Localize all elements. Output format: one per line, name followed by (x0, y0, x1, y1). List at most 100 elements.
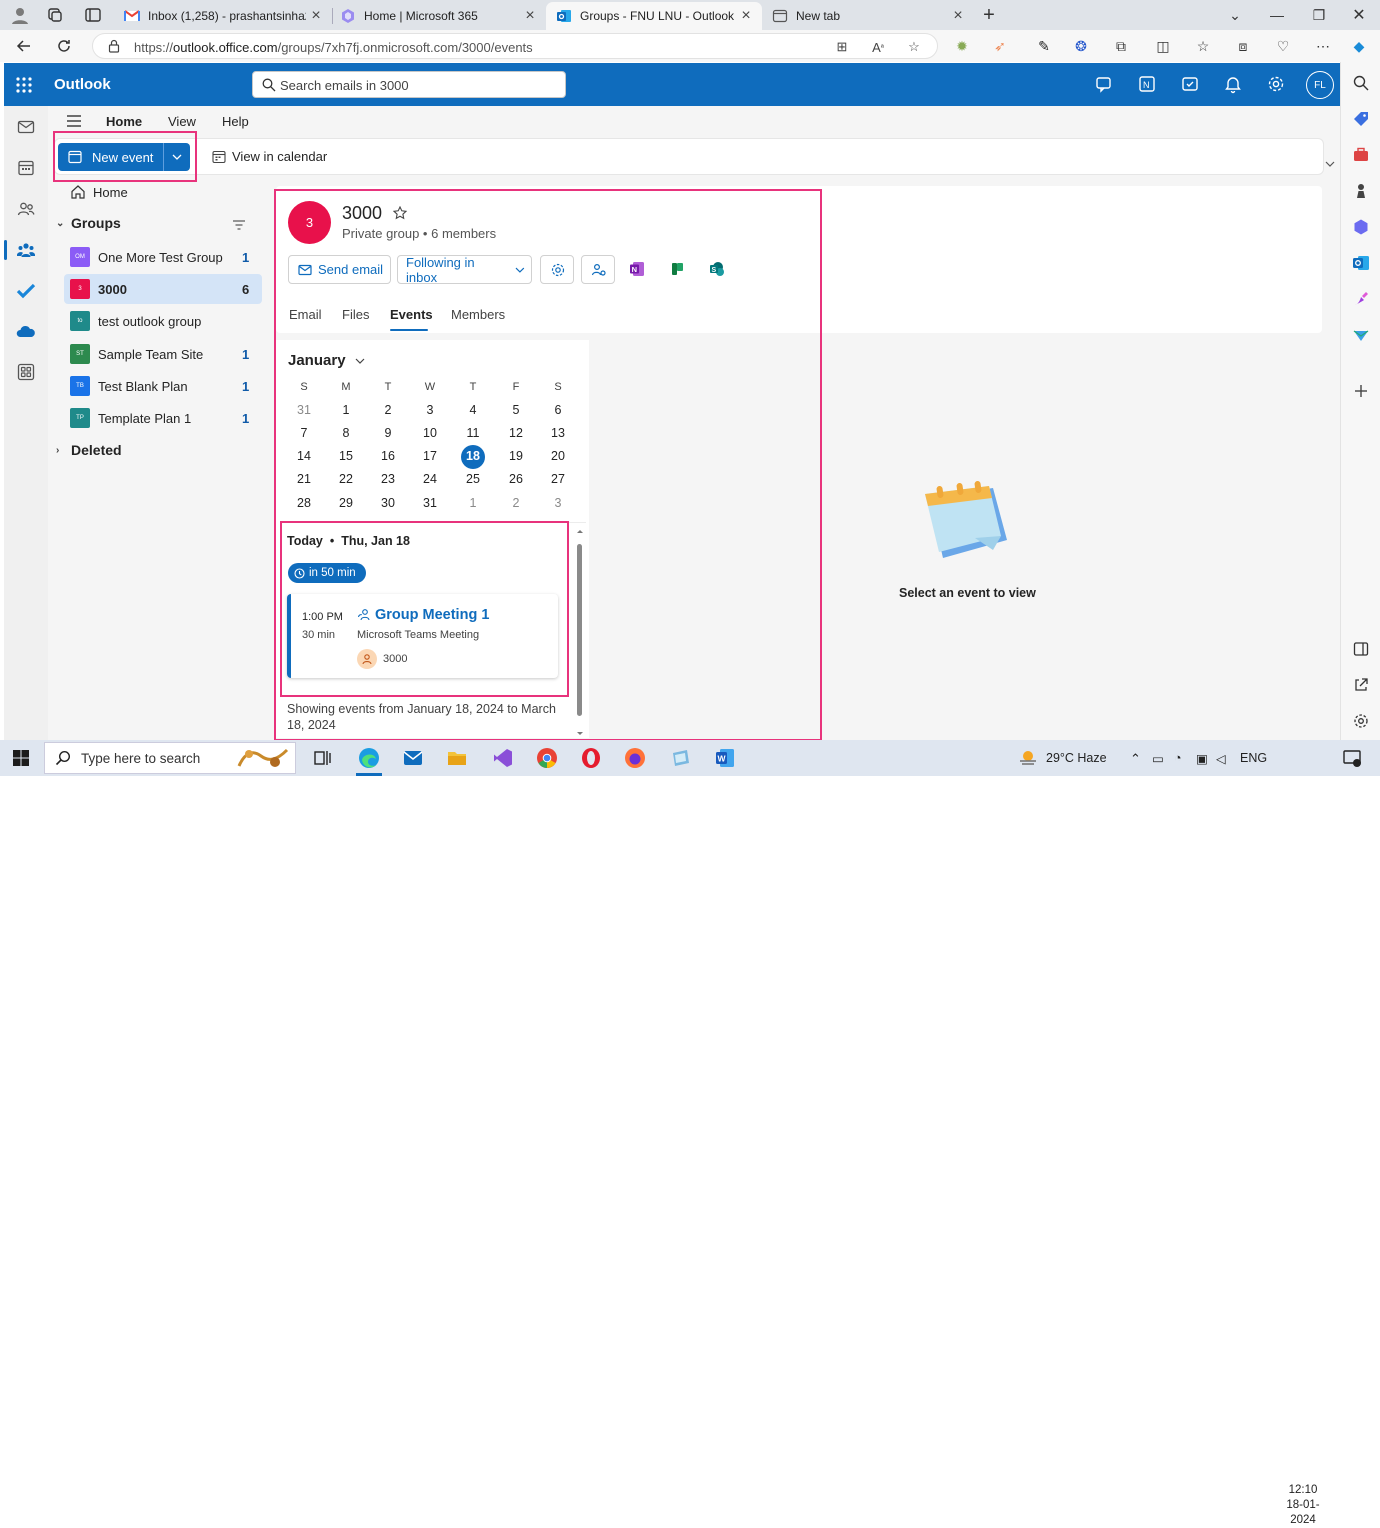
view-in-calendar-button[interactable]: View in calendar (212, 149, 327, 164)
visual-studio-icon[interactable] (492, 747, 514, 769)
new-event-button[interactable]: New event (58, 143, 164, 171)
tray-chevron-up-icon[interactable]: ⌃ (1130, 751, 1141, 767)
calendar-day[interactable]: 23 (375, 469, 401, 489)
search-icon[interactable] (1352, 74, 1370, 92)
battery-icon[interactable]: ▭ (1152, 751, 1164, 766)
extension-bug-icon[interactable]: ✹ (953, 37, 971, 55)
calendar-day[interactable]: 2 (503, 493, 529, 513)
calendar-day[interactable]: 22 (333, 469, 359, 489)
tab-gmail[interactable]: Inbox (1,258) - prashantsinha270 × (114, 2, 332, 30)
close-tab-icon[interactable]: × (306, 6, 326, 26)
calendar-day[interactable]: 29 (333, 493, 359, 513)
chrome-icon[interactable] (536, 747, 558, 769)
favorites-icon[interactable]: ☆ (1194, 37, 1212, 55)
sharepoint-icon[interactable]: S (709, 261, 725, 277)
scroll-down-icon[interactable] (576, 731, 584, 737)
onenote-icon[interactable]: N (629, 261, 645, 277)
notifications-bell-icon[interactable] (1223, 74, 1243, 94)
onedrive-icon[interactable] (16, 322, 36, 342)
more-menu-icon[interactable]: ⋯ (1314, 37, 1332, 55)
manage-members-button[interactable] (581, 255, 615, 284)
weather-text[interactable]: 29°C Haze (1046, 751, 1107, 765)
network-icon[interactable]: ◔ (1174, 751, 1182, 765)
calendar-day[interactable]: 21 (291, 469, 317, 489)
app-icon[interactable] (670, 747, 692, 769)
meet-now-icon[interactable] (1094, 74, 1114, 94)
calendar-day[interactable]: 3 (417, 400, 443, 420)
extension-pen-icon[interactable]: ✎ (1035, 37, 1053, 55)
ribbon-tab-home[interactable]: Home (106, 114, 142, 129)
display-icon[interactable]: ▣ (1196, 751, 1208, 766)
tools-briefcase-icon[interactable] (1352, 146, 1370, 164)
calendar-day[interactable]: 5 (503, 400, 529, 420)
calendar-day[interactable]: 11 (460, 423, 486, 443)
calendar-day[interactable]: 15 (333, 446, 359, 466)
calendar-day[interactable]: 12 (503, 423, 529, 443)
expand-ribbon-chevron-icon[interactable] (1324, 158, 1336, 170)
calendar-day[interactable]: 28 (291, 493, 317, 513)
hamburger-menu-icon[interactable] (66, 114, 82, 128)
extension-swift-icon[interactable]: ➶ (991, 37, 1009, 55)
calendar-day[interactable]: 1 (333, 400, 359, 420)
designer-icon[interactable] (1352, 290, 1370, 308)
edge-taskbar-icon[interactable] (358, 747, 380, 769)
opera-icon[interactable] (580, 747, 602, 769)
planner-icon[interactable] (670, 261, 686, 277)
calendar-day[interactable]: 3 (545, 493, 571, 513)
new-tab-plus-icon[interactable]: + (978, 4, 1000, 26)
language-indicator[interactable]: ENG (1240, 751, 1267, 765)
account-avatar[interactable]: FL (1306, 71, 1334, 99)
calendar-day[interactable]: 31 (417, 493, 443, 513)
search-box[interactable] (252, 71, 566, 98)
calendar-day[interactable]: 4 (460, 400, 486, 420)
restore-icon[interactable]: ❐ (1308, 4, 1330, 26)
sidebar-settings-icon[interactable] (1352, 712, 1370, 730)
calendar-day[interactable]: 18 (460, 446, 486, 466)
calendar-day[interactable]: 24 (417, 469, 443, 489)
file-explorer-icon[interactable] (446, 747, 468, 769)
extensions-icon[interactable]: ⧉ (1112, 37, 1130, 55)
clock[interactable]: 12:10 18-01-2024 (1274, 1483, 1332, 1528)
mail-icon[interactable] (16, 117, 36, 137)
tab-search-chevron-icon[interactable]: ⌄ (1224, 4, 1246, 26)
my-day-icon[interactable] (1180, 74, 1200, 94)
calendar-day[interactable]: 20 (545, 446, 571, 466)
firefox-icon[interactable] (624, 747, 646, 769)
drop-icon[interactable] (1352, 326, 1370, 344)
microsoft365-icon[interactable] (1352, 218, 1370, 236)
workspaces-icon[interactable] (46, 6, 64, 24)
scrollbar-thumb[interactable] (577, 544, 582, 716)
collections-icon[interactable]: ⧈ (1234, 37, 1252, 55)
open-external-icon[interactable] (1352, 676, 1370, 694)
word-icon[interactable]: W (714, 747, 736, 769)
search-input[interactable] (280, 76, 550, 94)
app-available-icon[interactable]: ⊞ (833, 38, 851, 56)
calendar-day[interactable]: 17 (417, 446, 443, 466)
volume-icon[interactable]: ◁ (1216, 751, 1226, 766)
notifications-icon[interactable] (1342, 749, 1362, 767)
group-list-item[interactable]: TB Test Blank Plan 1 (64, 371, 262, 401)
favorite-star-icon[interactable]: ☆ (905, 38, 923, 56)
more-apps-icon[interactable] (16, 362, 36, 382)
tab-m365[interactable]: Home | Microsoft 365 × (330, 2, 546, 30)
calendar-day[interactable]: 26 (503, 469, 529, 489)
calendar-day[interactable]: 2 (375, 400, 401, 420)
profile-icon[interactable] (10, 5, 30, 25)
app-name[interactable]: Outlook (54, 76, 111, 93)
calendar-day[interactable]: 1 (460, 493, 486, 513)
tab-outlook-groups[interactable]: Groups - FNU LNU - Outlook × (546, 2, 762, 30)
mail-taskbar-icon[interactable] (402, 747, 424, 769)
tab-actions-icon[interactable] (84, 6, 102, 24)
new-event-dropdown[interactable] (164, 143, 190, 171)
calendar-day[interactable]: 19 (503, 446, 529, 466)
calendar-day[interactable]: 7 (291, 423, 317, 443)
outlook-sidebar-icon[interactable] (1352, 254, 1370, 272)
windows-start-icon[interactable] (12, 749, 30, 767)
games-chess-icon[interactable] (1352, 182, 1370, 200)
refresh-icon[interactable] (54, 36, 74, 56)
following-dropdown[interactable]: Following in inbox (397, 255, 532, 285)
group-tab-files[interactable]: Files (342, 307, 369, 322)
todo-icon[interactable] (16, 281, 36, 301)
hide-sidebar-icon[interactable] (1352, 640, 1370, 658)
people-icon[interactable] (16, 199, 36, 219)
